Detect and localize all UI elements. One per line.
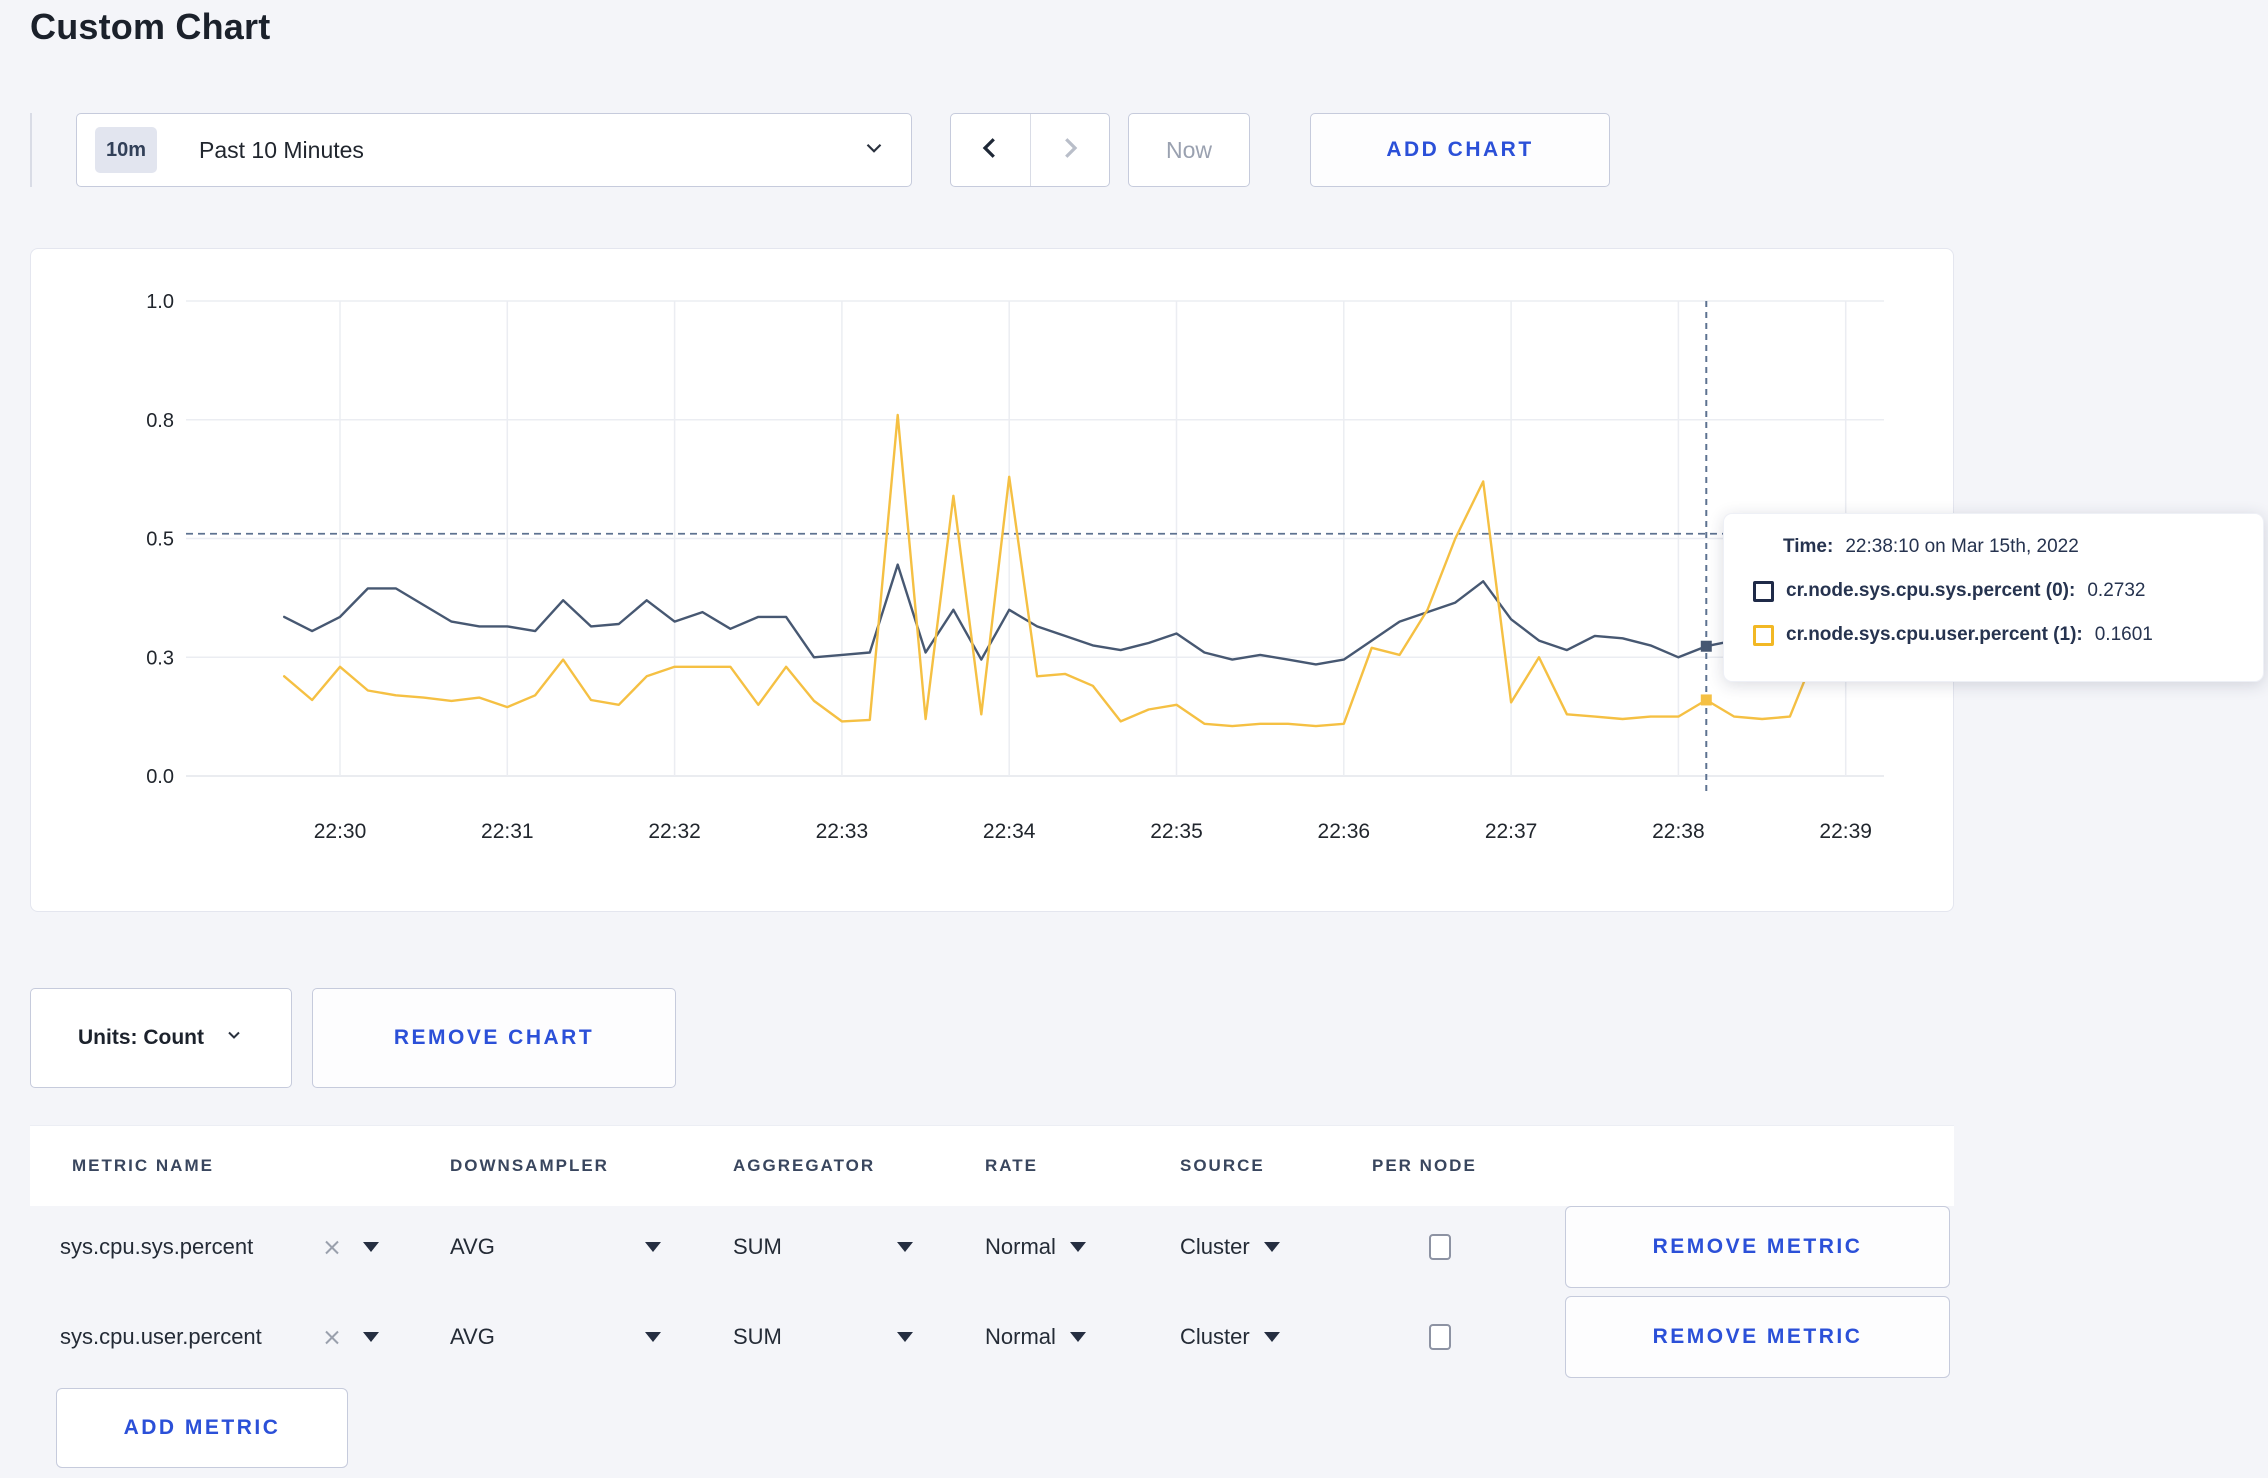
- downsampler-dropdown[interactable]: [645, 1292, 661, 1382]
- source-dropdown[interactable]: Cluster: [1180, 1292, 1280, 1382]
- metric-name-value[interactable]: sys.cpu.user.percent: [60, 1292, 262, 1382]
- aggregator-dropdown[interactable]: [897, 1202, 913, 1292]
- col-metric-name: METRIC NAME: [72, 1156, 214, 1175]
- time-window-label: Past 10 Minutes: [199, 136, 364, 163]
- remove-metric-button[interactable]: REMOVE METRIC: [1565, 1206, 1950, 1288]
- svg-text:0.5: 0.5: [146, 529, 174, 551]
- controls-divider: [30, 113, 32, 187]
- tooltip-time-value: 22:38:10 on Mar 15th, 2022: [1845, 536, 2079, 557]
- per-node-checkbox[interactable]: [1429, 1202, 1451, 1292]
- caret-down-icon: [645, 1332, 661, 1342]
- col-per-node: PER NODE: [1372, 1156, 1477, 1175]
- clear-metric-icon[interactable]: [323, 1202, 340, 1292]
- prev-time-button[interactable]: [951, 114, 1030, 186]
- add-metric-button[interactable]: ADD METRIC: [56, 1388, 348, 1468]
- downsampler-value[interactable]: AVG: [450, 1202, 495, 1292]
- svg-text:22:39: 22:39: [1819, 820, 1872, 843]
- series-swatch-sys-icon: [1753, 580, 1774, 602]
- svg-text:22:34: 22:34: [983, 820, 1036, 843]
- chevron-down-icon: [224, 1025, 244, 1051]
- caret-down-icon: [1069, 1332, 1086, 1342]
- add-chart-button[interactable]: ADD CHART: [1310, 113, 1610, 187]
- metric-name-dropdown[interactable]: [363, 1202, 379, 1292]
- caret-down-icon: [363, 1242, 379, 1252]
- now-button[interactable]: Now: [1128, 113, 1250, 187]
- tooltip-time-label: Time:: [1783, 536, 1834, 557]
- rate-value: Normal: [985, 1324, 1056, 1349]
- clear-metric-icon[interactable]: [323, 1292, 340, 1382]
- caret-down-icon: [1263, 1332, 1280, 1342]
- source-dropdown[interactable]: Cluster: [1180, 1202, 1280, 1292]
- caret-down-icon: [645, 1242, 661, 1252]
- caret-down-icon: [897, 1242, 913, 1252]
- table-row: sys.cpu.user.percent AVG SUM Normal Clus…: [30, 1292, 1954, 1382]
- downsampler-value[interactable]: AVG: [450, 1292, 495, 1382]
- svg-text:0.0: 0.0: [146, 766, 174, 788]
- tooltip-series-row: cr.node.sys.cpu.sys.percent (0): 0.2732: [1753, 580, 2145, 602]
- tooltip-series-name: cr.node.sys.cpu.sys.percent (0):: [1786, 580, 2076, 601]
- caret-down-icon: [897, 1332, 913, 1342]
- col-source: SOURCE: [1180, 1156, 1265, 1175]
- table-row: sys.cpu.sys.percent AVG SUM Normal Clust…: [30, 1202, 1954, 1292]
- chevron-down-icon: [861, 135, 887, 166]
- svg-text:22:38: 22:38: [1652, 820, 1705, 843]
- timeseries-chart[interactable]: 1.0 0.8 0.5 0.3 0.0 22:30 22:31 22:32 22:33 22:34…: [31, 249, 1952, 910]
- col-aggregator: AGGREGATOR: [733, 1156, 876, 1175]
- col-rate: RATE: [985, 1156, 1039, 1175]
- tooltip-series-value: 0.1601: [2094, 624, 2153, 645]
- time-window-dropdown[interactable]: 10m Past 10 Minutes: [76, 113, 912, 187]
- units-label: Units: Count: [78, 1026, 204, 1049]
- metric-name-dropdown[interactable]: [363, 1292, 379, 1382]
- svg-text:0.8: 0.8: [146, 410, 174, 432]
- aggregator-dropdown[interactable]: [897, 1292, 913, 1382]
- metric-name-value[interactable]: sys.cpu.sys.percent: [60, 1202, 253, 1292]
- caret-down-icon: [363, 1332, 379, 1342]
- svg-text:22:32: 22:32: [648, 820, 701, 843]
- units-dropdown[interactable]: Units: Count: [30, 988, 292, 1088]
- tooltip-series-value: 0.2732: [2087, 580, 2146, 601]
- svg-text:22:33: 22:33: [816, 820, 869, 843]
- time-window-badge: 10m: [95, 127, 157, 173]
- svg-text:22:37: 22:37: [1485, 820, 1538, 843]
- aggregator-value[interactable]: SUM: [733, 1202, 782, 1292]
- tooltip-series-name: cr.node.sys.cpu.user.percent (1):: [1786, 624, 2083, 645]
- svg-text:22:31: 22:31: [481, 820, 534, 843]
- source-value: Cluster: [1180, 1234, 1250, 1259]
- col-downsampler: DOWNSAMPLER: [450, 1156, 609, 1175]
- svg-text:22:36: 22:36: [1318, 820, 1371, 843]
- tooltip-time: Time: 22:38:10 on Mar 15th, 2022: [1783, 536, 2079, 558]
- rate-dropdown[interactable]: Normal: [985, 1292, 1086, 1382]
- tooltip-series-row: cr.node.sys.cpu.user.percent (1): 0.1601: [1753, 624, 2153, 646]
- svg-text:0.3: 0.3: [146, 647, 174, 669]
- time-nav-group: [950, 113, 1110, 187]
- svg-text:22:35: 22:35: [1150, 820, 1203, 843]
- downsampler-dropdown[interactable]: [645, 1202, 661, 1292]
- per-node-checkbox[interactable]: [1429, 1292, 1451, 1382]
- chart-card: 1.0 0.8 0.5 0.3 0.0 22:30 22:31 22:32 22:33 22:34…: [30, 248, 1954, 912]
- rate-value: Normal: [985, 1234, 1056, 1259]
- svg-text:22:30: 22:30: [314, 820, 367, 843]
- caret-down-icon: [1069, 1242, 1086, 1252]
- remove-chart-button[interactable]: REMOVE CHART: [312, 988, 676, 1088]
- source-value: Cluster: [1180, 1324, 1250, 1349]
- series-swatch-user-icon: [1753, 624, 1774, 646]
- chevron-left-icon: [975, 133, 1005, 168]
- aggregator-value[interactable]: SUM: [733, 1292, 782, 1382]
- metrics-table-header: METRIC NAME DOWNSAMPLER AGGREGATOR RATE …: [30, 1125, 1954, 1206]
- chevron-right-icon: [1055, 133, 1085, 168]
- rate-dropdown[interactable]: Normal: [985, 1202, 1086, 1292]
- page-title: Custom Chart: [30, 6, 271, 47]
- remove-metric-button[interactable]: REMOVE METRIC: [1565, 1296, 1950, 1378]
- next-time-button[interactable]: [1029, 114, 1110, 186]
- chart-tooltip: Time: 22:38:10 on Mar 15th, 2022 cr.node.…: [1723, 513, 2264, 682]
- caret-down-icon: [1263, 1242, 1280, 1252]
- svg-text:1.0: 1.0: [146, 291, 174, 313]
